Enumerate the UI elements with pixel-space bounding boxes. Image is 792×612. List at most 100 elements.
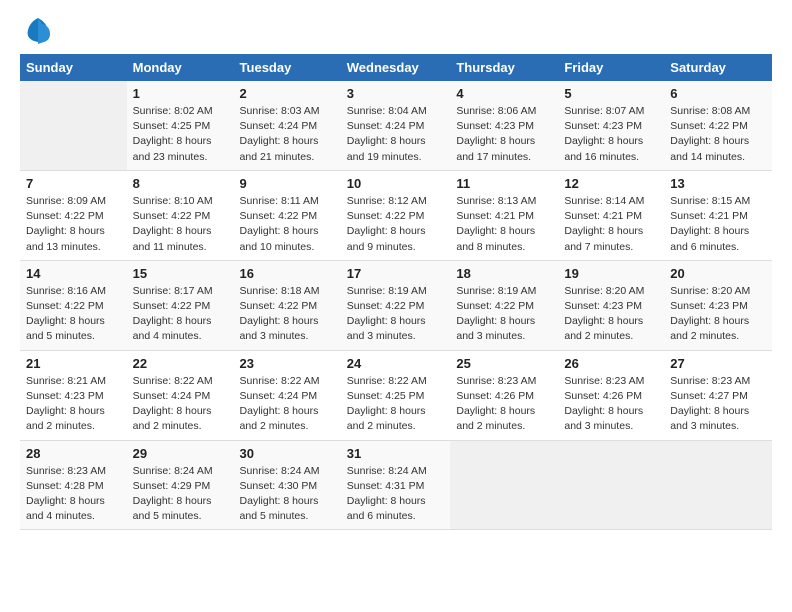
header-friday: Friday: [558, 54, 664, 81]
calendar-cell: [20, 81, 127, 170]
week-row-4: 21Sunrise: 8:21 AMSunset: 4:23 PMDayligh…: [20, 350, 772, 440]
day-info: Sunrise: 8:22 AMSunset: 4:24 PMDaylight:…: [240, 374, 335, 435]
weekday-header-row: SundayMondayTuesdayWednesdayThursdayFrid…: [20, 54, 772, 81]
day-number: 31: [347, 446, 445, 461]
day-info: Sunrise: 8:20 AMSunset: 4:23 PMDaylight:…: [564, 284, 658, 345]
logo: [20, 20, 52, 44]
calendar-cell: 7 Sunrise: 8:09 AMSunset: 4:22 PMDaylight…: [20, 170, 127, 260]
header-wednesday: Wednesday: [341, 54, 451, 81]
day-number: 7: [26, 176, 121, 191]
day-info: Sunrise: 8:12 AMSunset: 4:22 PMDaylight:…: [347, 194, 445, 255]
day-number: 1: [133, 86, 228, 101]
calendar-cell: 9 Sunrise: 8:11 AMSunset: 4:22 PMDaylight…: [234, 170, 341, 260]
calendar-cell: 27 Sunrise: 8:23 AMSunset: 4:27 PMDayligh…: [664, 350, 772, 440]
day-number: 14: [26, 266, 121, 281]
header-monday: Monday: [127, 54, 234, 81]
calendar-cell: 24Sunrise: 8:22 AMSunset: 4:25 PMDayligh…: [341, 350, 451, 440]
calendar-cell: 2 Sunrise: 8:03 AMSunset: 4:24 PMDaylight…: [234, 81, 341, 170]
day-info: Sunrise: 8:15 AMSunset: 4:21 PMDaylight:…: [670, 194, 766, 255]
day-number: 18: [456, 266, 552, 281]
day-number: 9: [240, 176, 335, 191]
day-number: 30: [240, 446, 335, 461]
week-row-5: 28 Sunrise: 8:23 AMSunset: 4:28 PMDayligh…: [20, 440, 772, 530]
week-row-1: 1 Sunrise: 8:02 AMSunset: 4:25 PMDaylight…: [20, 81, 772, 170]
day-number: 21: [26, 356, 121, 371]
calendar-cell: 17 Sunrise: 8:19 AMSunset: 4:22 PMDayligh…: [341, 260, 451, 350]
day-info: Sunrise: 8:19 AMSunset: 4:22 PMDaylight:…: [456, 284, 552, 345]
header-tuesday: Tuesday: [234, 54, 341, 81]
day-info: Sunrise: 8:19 AMSunset: 4:22 PMDaylight:…: [347, 284, 445, 345]
logo-icon: [24, 16, 52, 44]
day-number: 22: [133, 356, 228, 371]
day-number: 23: [240, 356, 335, 371]
day-info: Sunrise: 8:11 AMSunset: 4:22 PMDaylight:…: [240, 194, 335, 255]
calendar-cell: [664, 440, 772, 530]
day-info: Sunrise: 8:23 AMSunset: 4:28 PMDaylight:…: [26, 464, 121, 525]
calendar-cell: 5 Sunrise: 8:07 AMSunset: 4:23 PMDaylight…: [558, 81, 664, 170]
day-number: 25: [456, 356, 552, 371]
day-number: 27: [670, 356, 766, 371]
calendar-cell: 28 Sunrise: 8:23 AMSunset: 4:28 PMDayligh…: [20, 440, 127, 530]
day-number: 20: [670, 266, 766, 281]
header-sunday: Sunday: [20, 54, 127, 81]
week-row-3: 14Sunrise: 8:16 AMSunset: 4:22 PMDayligh…: [20, 260, 772, 350]
calendar-cell: 15 Sunrise: 8:17 AMSunset: 4:22 PMDayligh…: [127, 260, 234, 350]
calendar-cell: 13 Sunrise: 8:15 AMSunset: 4:21 PMDayligh…: [664, 170, 772, 260]
day-number: 24: [347, 356, 445, 371]
calendar-cell: 20Sunrise: 8:20 AMSunset: 4:23 PMDayligh…: [664, 260, 772, 350]
calendar-cell: 21Sunrise: 8:21 AMSunset: 4:23 PMDayligh…: [20, 350, 127, 440]
day-info: Sunrise: 8:23 AMSunset: 4:27 PMDaylight:…: [670, 374, 766, 435]
day-number: 6: [670, 86, 766, 101]
day-info: Sunrise: 8:03 AMSunset: 4:24 PMDaylight:…: [240, 104, 335, 165]
day-number: 17: [347, 266, 445, 281]
calendar-cell: 1 Sunrise: 8:02 AMSunset: 4:25 PMDaylight…: [127, 81, 234, 170]
day-info: Sunrise: 8:07 AMSunset: 4:23 PMDaylight:…: [564, 104, 658, 165]
day-info: Sunrise: 8:08 AMSunset: 4:22 PMDaylight:…: [670, 104, 766, 165]
day-number: 2: [240, 86, 335, 101]
calendar-cell: 16Sunrise: 8:18 AMSunset: 4:22 PMDayligh…: [234, 260, 341, 350]
day-number: 16: [240, 266, 335, 281]
day-info: Sunrise: 8:23 AMSunset: 4:26 PMDaylight:…: [456, 374, 552, 435]
calendar-cell: 18 Sunrise: 8:19 AMSunset: 4:22 PMDayligh…: [450, 260, 558, 350]
calendar-cell: [450, 440, 558, 530]
calendar-cell: 29 Sunrise: 8:24 AMSunset: 4:29 PMDayligh…: [127, 440, 234, 530]
day-info: Sunrise: 8:17 AMSunset: 4:22 PMDaylight:…: [133, 284, 228, 345]
calendar-cell: 25 Sunrise: 8:23 AMSunset: 4:26 PMDayligh…: [450, 350, 558, 440]
day-info: Sunrise: 8:24 AMSunset: 4:29 PMDaylight:…: [133, 464, 228, 525]
day-number: 19: [564, 266, 658, 281]
calendar-cell: 8 Sunrise: 8:10 AMSunset: 4:22 PMDaylight…: [127, 170, 234, 260]
day-number: 11: [456, 176, 552, 191]
day-info: Sunrise: 8:10 AMSunset: 4:22 PMDaylight:…: [133, 194, 228, 255]
day-number: 4: [456, 86, 552, 101]
calendar-cell: 19 Sunrise: 8:20 AMSunset: 4:23 PMDayligh…: [558, 260, 664, 350]
week-row-2: 7 Sunrise: 8:09 AMSunset: 4:22 PMDaylight…: [20, 170, 772, 260]
calendar-cell: 6 Sunrise: 8:08 AMSunset: 4:22 PMDaylight…: [664, 81, 772, 170]
day-number: 28: [26, 446, 121, 461]
calendar-cell: 30 Sunrise: 8:24 AMSunset: 4:30 PMDayligh…: [234, 440, 341, 530]
day-info: Sunrise: 8:09 AMSunset: 4:22 PMDaylight:…: [26, 194, 121, 255]
day-number: 3: [347, 86, 445, 101]
page-header: [20, 20, 772, 44]
day-info: Sunrise: 8:14 AMSunset: 4:21 PMDaylight:…: [564, 194, 658, 255]
day-info: Sunrise: 8:13 AMSunset: 4:21 PMDaylight:…: [456, 194, 552, 255]
calendar-cell: 12 Sunrise: 8:14 AMSunset: 4:21 PMDayligh…: [558, 170, 664, 260]
calendar-cell: 26Sunrise: 8:23 AMSunset: 4:26 PMDayligh…: [558, 350, 664, 440]
day-number: 5: [564, 86, 658, 101]
day-info: Sunrise: 8:06 AMSunset: 4:23 PMDaylight:…: [456, 104, 552, 165]
header-thursday: Thursday: [450, 54, 558, 81]
header-saturday: Saturday: [664, 54, 772, 81]
calendar-cell: 14Sunrise: 8:16 AMSunset: 4:22 PMDayligh…: [20, 260, 127, 350]
day-info: Sunrise: 8:24 AMSunset: 4:31 PMDaylight:…: [347, 464, 445, 525]
day-number: 12: [564, 176, 658, 191]
day-number: 13: [670, 176, 766, 191]
day-number: 29: [133, 446, 228, 461]
calendar-cell: 11 Sunrise: 8:13 AMSunset: 4:21 PMDayligh…: [450, 170, 558, 260]
calendar-cell: [558, 440, 664, 530]
day-number: 26: [564, 356, 658, 371]
day-info: Sunrise: 8:02 AMSunset: 4:25 PMDaylight:…: [133, 104, 228, 165]
day-number: 8: [133, 176, 228, 191]
day-info: Sunrise: 8:24 AMSunset: 4:30 PMDaylight:…: [240, 464, 335, 525]
day-info: Sunrise: 8:04 AMSunset: 4:24 PMDaylight:…: [347, 104, 445, 165]
calendar-table: SundayMondayTuesdayWednesdayThursdayFrid…: [20, 54, 772, 530]
day-number: 15: [133, 266, 228, 281]
